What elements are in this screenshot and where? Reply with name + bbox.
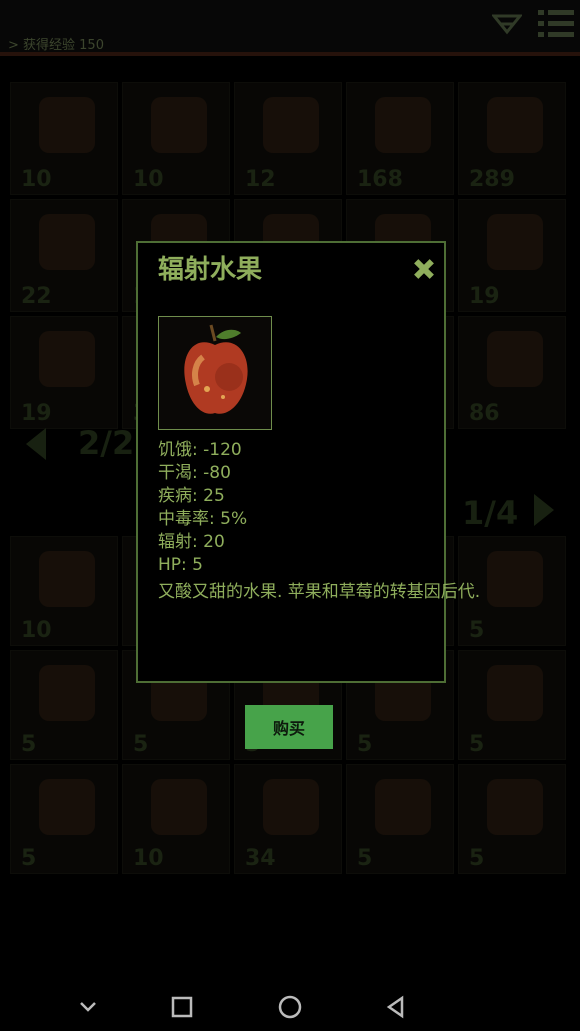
- item-dialog: 辐射水果 饥饿: -120 干渴: -80 疾病: 25 中毒率: 5% 辐射:…: [136, 241, 481, 683]
- close-icon[interactable]: [412, 257, 436, 281]
- item-title: 辐射水果: [158, 255, 263, 285]
- apple-icon: [184, 324, 248, 414]
- stat-hp: HP: 5: [158, 555, 203, 575]
- nav-bar: [0, 983, 580, 1031]
- stat-poison-rate: 中毒率: 5%: [158, 509, 248, 529]
- hide-keyboard-icon[interactable]: [74, 993, 102, 1021]
- stat-thirst: 干渴: -80: [158, 463, 231, 483]
- buy-button[interactable]: 购买: [245, 705, 333, 749]
- stat-radiation: 辐射: 20: [158, 532, 225, 552]
- stat-disease: 疾病: 25: [158, 486, 225, 506]
- item-image-frame: [158, 316, 272, 430]
- back-icon[interactable]: [382, 993, 410, 1021]
- home-icon[interactable]: [276, 993, 304, 1021]
- item-stats: 饥饿: -120 干渴: -80 疾病: 25 中毒率: 5% 辐射: 20 H…: [158, 439, 481, 605]
- recents-icon[interactable]: [168, 993, 196, 1021]
- item-description: 又酸又甜的水果. 苹果和草莓的转基因后代.: [158, 582, 481, 602]
- stat-hunger: 饥饿: -120: [158, 440, 242, 460]
